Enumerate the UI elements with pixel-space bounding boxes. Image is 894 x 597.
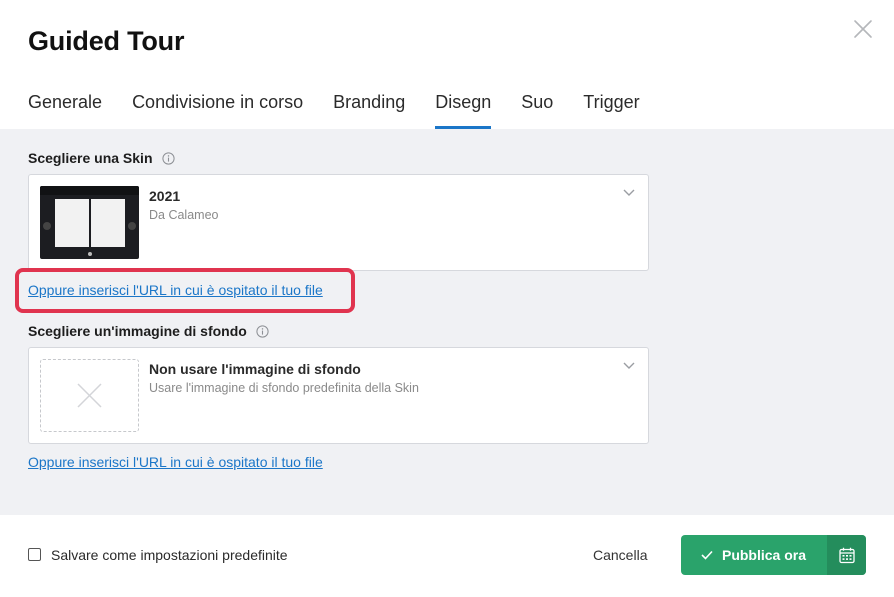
background-select[interactable]: Non usare l'immagine di sfondo Usare l'i… — [28, 347, 649, 444]
publish-now-label: Pubblica ora — [721, 547, 807, 563]
background-section-label: Scegliere un'immagine di sfondo — [28, 323, 269, 339]
skin-thumbnail — [40, 186, 139, 259]
tab-disegn[interactable]: Disegn — [435, 90, 492, 129]
calendar-icon — [838, 547, 855, 563]
tab-bar: Generale Condivisione in corso Branding … — [28, 90, 670, 130]
tab-condivisione[interactable]: Condivisione in corso — [132, 90, 303, 129]
info-icon[interactable] — [256, 324, 269, 338]
info-icon[interactable] — [161, 151, 175, 165]
background-selected-subtitle: Usare l'immagine di sfondo predefinita d… — [149, 381, 419, 395]
skin-url-link[interactable]: Oppure inserisci l'URL in cui è ospitato… — [28, 282, 323, 298]
background-url-link[interactable]: Oppure inserisci l'URL in cui è ospitato… — [28, 454, 323, 470]
skin-select[interactable]: 2021 Da Calameo — [28, 174, 649, 271]
cancel-button[interactable]: Cancella — [593, 547, 647, 563]
tab-branding[interactable]: Branding — [333, 90, 405, 129]
save-defaults-checkbox[interactable] — [28, 548, 41, 561]
skin-label-text: Scegliere una Skin — [28, 150, 153, 166]
background-selected-title: Non usare l'immagine di sfondo — [149, 361, 361, 377]
publish-now-button[interactable]: Pubblica ora — [681, 535, 826, 575]
tab-generale[interactable]: Generale — [28, 90, 102, 129]
skin-selected-subtitle: Da Calameo — [149, 208, 219, 222]
chevron-down-icon — [623, 362, 635, 369]
schedule-button[interactable] — [827, 535, 866, 575]
skin-selected-title: 2021 — [149, 188, 181, 204]
save-defaults-label[interactable]: Salvare come impostazioni predefinite — [51, 547, 288, 563]
tab-suo[interactable]: Suo — [521, 90, 553, 129]
check-icon — [701, 550, 713, 560]
no-image-icon — [77, 383, 102, 408]
publish-settings-dialog: Guided Tour Generale Condivisione in cor… — [0, 0, 894, 597]
tab-trigger[interactable]: Trigger — [583, 90, 639, 129]
skin-section-label: Scegliere una Skin — [28, 150, 175, 166]
dialog-title: Guided Tour — [28, 26, 185, 56]
close-icon[interactable] — [852, 18, 874, 40]
chevron-down-icon — [623, 189, 635, 196]
background-label-text: Scegliere un'immagine di sfondo — [28, 323, 247, 339]
background-placeholder — [40, 359, 139, 432]
publish-button-group: Pubblica ora — [681, 535, 866, 575]
